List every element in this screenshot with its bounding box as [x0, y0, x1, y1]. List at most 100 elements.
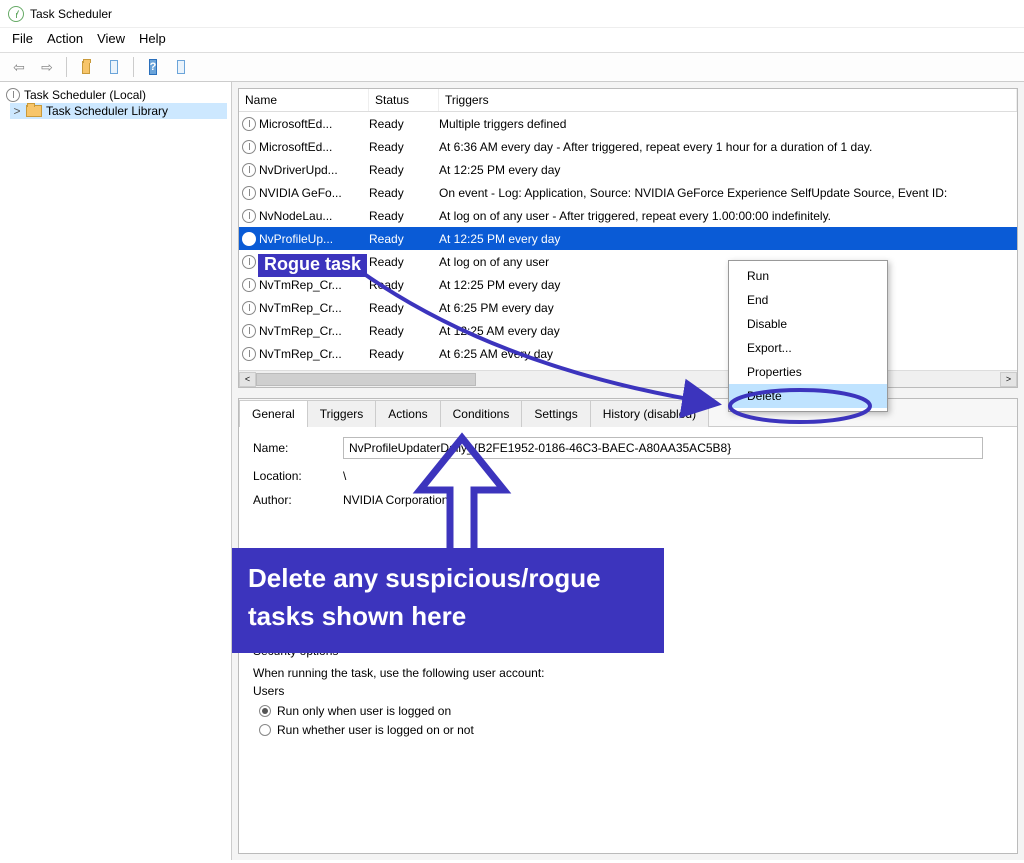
task-status: Ready — [369, 232, 439, 246]
tab-conditions[interactable]: Conditions — [440, 400, 523, 427]
task-name: NvTmRep_Cr... — [259, 301, 369, 315]
security-desc: When running the task, use the following… — [253, 666, 1003, 680]
ctx-delete[interactable]: Delete — [729, 384, 887, 408]
task-name: NvTmRep_Cr... — [259, 324, 369, 338]
scheduler-icon — [6, 88, 20, 102]
window-title: Task Scheduler — [30, 7, 112, 21]
task-name: MicrosoftEd... — [259, 140, 369, 154]
app-clock-icon — [8, 6, 24, 22]
task-list: Name Status Triggers MicrosoftEd...Ready… — [238, 88, 1018, 388]
location-value: \ — [343, 469, 346, 483]
ctx-run[interactable]: Run — [729, 264, 887, 288]
tab-triggers[interactable]: Triggers — [307, 400, 377, 427]
task-status: Ready — [369, 140, 439, 154]
radio-logged-on-label: Run only when user is logged on — [277, 704, 451, 718]
scroll-left-button[interactable]: < — [239, 372, 256, 387]
task-trigger: At 12:25 PM every day — [439, 232, 1017, 246]
folder-icon — [82, 61, 90, 74]
ctx-end[interactable]: End — [729, 288, 887, 312]
task-name: NvTmRep_Cr... — [259, 347, 369, 361]
task-row[interactable]: NvNodeLau...ReadyAt log on of any user -… — [239, 204, 1017, 227]
task-row[interactable]: NvTmRep_Cr...ReadyAt 6:25 PM every day — [239, 296, 1017, 319]
radio-logged-on[interactable]: Run only when user is logged on — [259, 704, 1003, 718]
task-trigger: On event - Log: Application, Source: NVI… — [439, 186, 1017, 200]
tab-actions[interactable]: Actions — [375, 400, 440, 427]
task-name: NvTmRep_Cr... — [259, 278, 369, 292]
menu-file[interactable]: File — [12, 31, 33, 46]
tree-root-label: Task Scheduler (Local) — [24, 88, 146, 102]
scroll-thumb[interactable] — [256, 373, 476, 386]
expand-icon[interactable]: > — [12, 104, 22, 118]
task-name: NvNodeLau... — [259, 209, 369, 223]
col-triggers[interactable]: Triggers — [439, 89, 1017, 111]
radio-whether-label: Run whether user is logged on or not — [277, 723, 474, 737]
horizontal-scrollbar[interactable]: < > — [239, 370, 1017, 387]
scroll-track[interactable] — [256, 372, 1000, 387]
task-row[interactable]: MicrosoftEd...ReadyAt 6:36 AM every day … — [239, 135, 1017, 158]
task-clock-icon — [239, 232, 259, 246]
window-icon — [110, 60, 118, 74]
task-name: NVIDIA GeFo... — [259, 186, 369, 200]
task-name: NvProfileUp... — [259, 232, 369, 246]
toolbar-separator — [66, 57, 67, 77]
folder-icon — [26, 105, 42, 117]
task-row[interactable]: NvProfileUp...ReadyAt 12:25 PM every day — [239, 227, 1017, 250]
menu-action[interactable]: Action — [47, 31, 83, 46]
task-clock-icon — [239, 117, 259, 131]
task-row[interactable]: MicrosoftEd...ReadyMultiple triggers def… — [239, 112, 1017, 135]
task-clock-icon — [239, 347, 259, 361]
col-status[interactable]: Status — [369, 89, 439, 111]
security-user: Users — [253, 684, 1003, 698]
task-status: Ready — [369, 324, 439, 338]
properties-button[interactable] — [103, 56, 125, 78]
radio-icon — [259, 705, 271, 717]
menu-help[interactable]: Help — [139, 31, 166, 46]
col-name[interactable]: Name — [239, 89, 369, 111]
annotation-big-label: Delete any suspicious/rogue tasks shown … — [232, 548, 664, 653]
tree-root[interactable]: Task Scheduler (Local) — [4, 87, 227, 103]
folder-up-button[interactable] — [75, 56, 97, 78]
ctx-disable[interactable]: Disable — [729, 312, 887, 336]
task-trigger: At 12:25 PM every day — [439, 163, 1017, 177]
tree-library-label: Task Scheduler Library — [46, 104, 168, 118]
back-button[interactable] — [8, 56, 30, 78]
task-row[interactable]: NvTmRep_Cr...ReadyAt 6:25 AM every day — [239, 342, 1017, 365]
author-value: NVIDIA Corporation — [343, 493, 448, 507]
task-clock-icon — [239, 186, 259, 200]
tab-history[interactable]: History (disabled) — [590, 400, 709, 427]
task-clock-icon — [239, 324, 259, 338]
tab-general[interactable]: General — [239, 400, 308, 427]
task-status: Ready — [369, 347, 439, 361]
ctx-export[interactable]: Export... — [729, 336, 887, 360]
menu-view[interactable]: View — [97, 31, 125, 46]
task-status: Ready — [369, 186, 439, 200]
task-row[interactable]: NVIDIA GeFo...ReadyOn event - Log: Appli… — [239, 181, 1017, 204]
task-status: Ready — [369, 301, 439, 315]
task-rows: MicrosoftEd...ReadyMultiple triggers def… — [239, 112, 1017, 365]
ctx-properties[interactable]: Properties — [729, 360, 887, 384]
radio-whether[interactable]: Run whether user is logged on or not — [259, 723, 1003, 737]
task-clock-icon — [239, 140, 259, 154]
content-pane: Name Status Triggers MicrosoftEd...Ready… — [232, 82, 1024, 860]
toolbar-separator — [133, 57, 134, 77]
task-row[interactable]: NvDriverUpd...ReadyAt 12:25 PM every day — [239, 158, 1017, 181]
scroll-right-button[interactable]: > — [1000, 372, 1017, 387]
task-trigger: At log on of any user - After triggered,… — [439, 209, 1017, 223]
titlebar: Task Scheduler — [0, 0, 1024, 28]
forward-button[interactable] — [36, 56, 58, 78]
task-row[interactable]: NvTmRep_Cr...ReadyAt 12:25 AM every day — [239, 319, 1017, 342]
tree-pane: Task Scheduler (Local) > Task Scheduler … — [0, 82, 232, 860]
tree-library[interactable]: > Task Scheduler Library — [10, 103, 227, 119]
menubar: File Action View Help — [0, 28, 1024, 52]
refresh-button[interactable] — [170, 56, 192, 78]
task-status: Ready — [369, 117, 439, 131]
task-status: Ready — [369, 255, 439, 269]
task-status: Ready — [369, 278, 439, 292]
name-field[interactable]: NvProfileUpdaterDaily_{B2FE1952-0186-46C… — [343, 437, 983, 459]
help-button[interactable]: ? — [142, 56, 164, 78]
tab-settings[interactable]: Settings — [521, 400, 590, 427]
task-status: Ready — [369, 163, 439, 177]
task-trigger: At 6:36 AM every day - After triggered, … — [439, 140, 1017, 154]
list-header: Name Status Triggers — [239, 89, 1017, 112]
context-menu: Run End Disable Export... Properties Del… — [728, 260, 888, 412]
